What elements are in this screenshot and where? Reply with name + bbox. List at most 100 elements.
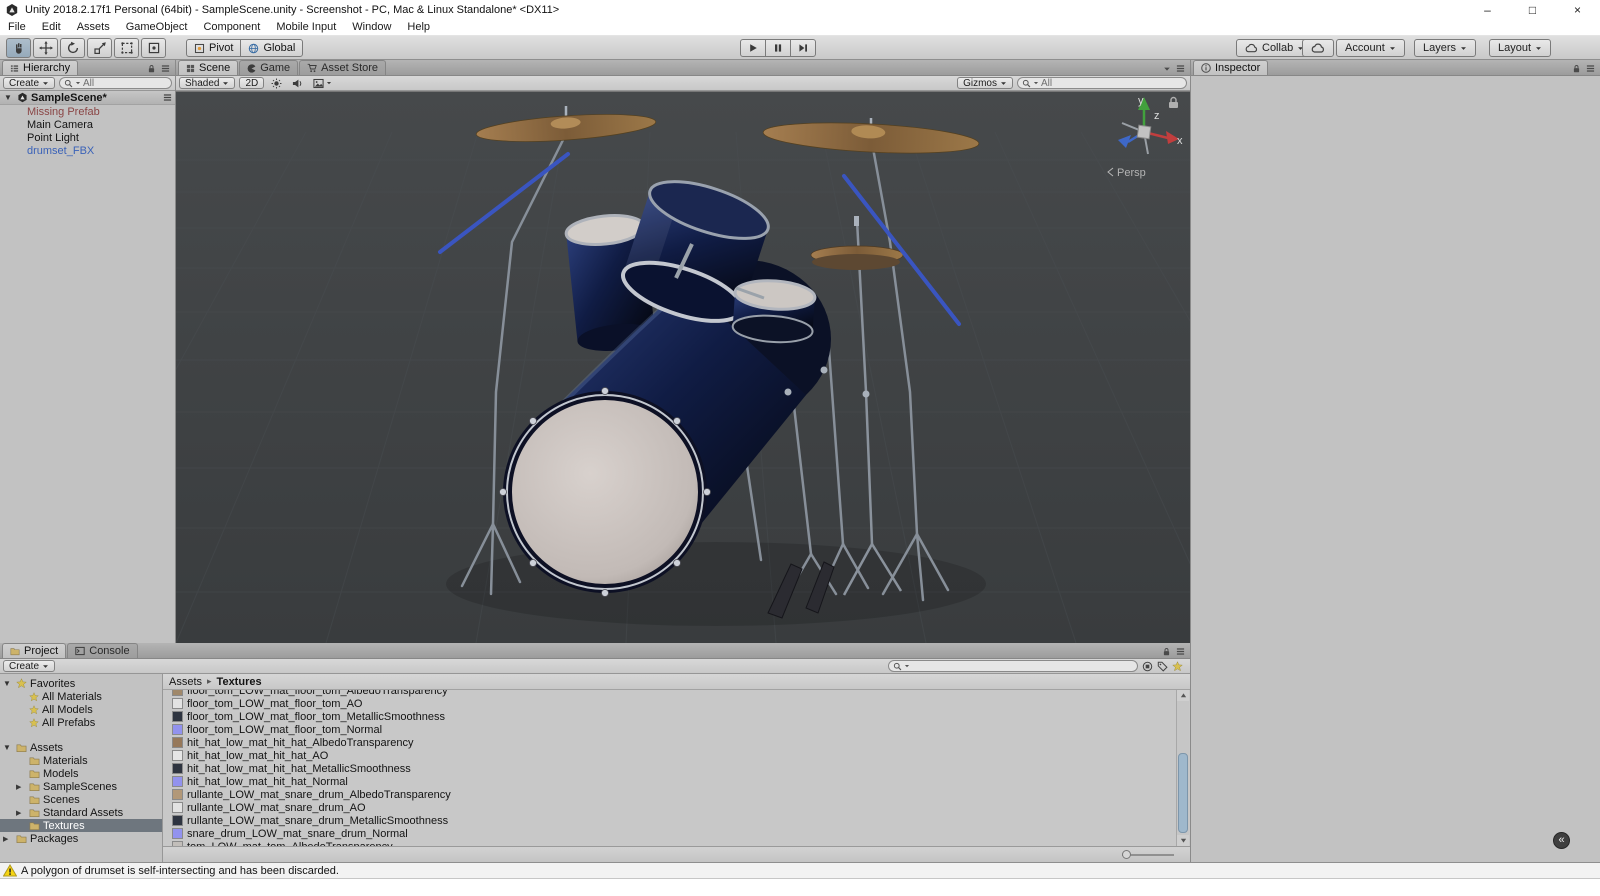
layers-dropdown[interactable]: Layers: [1414, 39, 1477, 57]
project-folder[interactable]: Scenes: [0, 793, 162, 806]
close-button[interactable]: ×: [1555, 0, 1600, 19]
transform-tool-button[interactable]: [141, 38, 166, 58]
layout-dropdown[interactable]: Layout: [1489, 39, 1552, 57]
search-by-label-button[interactable]: [1157, 661, 1168, 672]
tab-list-caret-icon[interactable]: [1163, 65, 1171, 73]
menu-item[interactable]: Window: [344, 21, 399, 33]
menu-item[interactable]: Edit: [34, 21, 69, 33]
thumbnail-size-slider[interactable]: [1122, 850, 1174, 860]
file-row[interactable]: rullante_LOW_mat_snare_drum_MetallicSmoo…: [163, 814, 1190, 827]
scene-audio-toggle[interactable]: [289, 77, 306, 89]
tab-scene[interactable]: Scene: [178, 60, 239, 75]
global-toggle-button[interactable]: Global: [240, 39, 304, 57]
scene-context-menu-icon[interactable]: [163, 93, 172, 102]
shading-mode-dropdown[interactable]: Shaded: [179, 77, 236, 89]
project-tab-icon: [10, 647, 20, 656]
file-row[interactable]: floor_tom_LOW_mat_floor_tom_AlbedoTransp…: [163, 690, 1190, 697]
project-search-input[interactable]: [888, 660, 1138, 672]
panel-menu-icon[interactable]: [1176, 647, 1185, 656]
tab-console[interactable]: Console: [67, 643, 138, 658]
assets-root[interactable]: ▼ Assets: [0, 741, 162, 754]
breadcrumb-assets[interactable]: Assets: [169, 676, 202, 688]
scale-tool-button[interactable]: [87, 38, 112, 58]
hierarchy-item[interactable]: drumset_FBX: [0, 144, 175, 157]
collab-toolbar-collapse-button[interactable]: «: [1553, 832, 1570, 849]
panel-menu-icon[interactable]: [161, 64, 170, 73]
menu-item[interactable]: GameObject: [118, 21, 196, 33]
play-button[interactable]: [740, 39, 766, 57]
scene-search-input[interactable]: All: [1017, 77, 1187, 89]
file-row[interactable]: rullante_LOW_mat_snare_drum_AlbedoTransp…: [163, 788, 1190, 801]
file-row[interactable]: floor_tom_LOW_mat_floor_tom_Normal: [163, 723, 1190, 736]
menu-item[interactable]: Assets: [69, 21, 118, 33]
step-button[interactable]: [790, 39, 816, 57]
account-dropdown[interactable]: Account: [1336, 39, 1405, 57]
project-folder[interactable]: Models: [0, 767, 162, 780]
favorites-filter-button[interactable]: [1172, 661, 1183, 672]
file-row[interactable]: floor_tom_LOW_mat_floor_tom_MetallicSmoo…: [163, 710, 1190, 723]
gizmos-dropdown[interactable]: Gizmos: [957, 77, 1013, 89]
hierarchy-scene-row[interactable]: ▼ SampleScene*: [0, 91, 175, 105]
scroll-up-button[interactable]: [1177, 690, 1189, 701]
menu-item[interactable]: Help: [399, 21, 438, 33]
hierarchy-item[interactable]: Point Light: [0, 131, 175, 144]
favorites-root[interactable]: ▼ Favorites: [0, 677, 162, 690]
file-row[interactable]: rullante_LOW_mat_snare_drum_AO: [163, 801, 1190, 814]
tab-asset-store[interactable]: Asset Store: [299, 60, 387, 75]
file-row[interactable]: hit_hat_low_mat_hit_hat_AlbedoTransparen…: [163, 736, 1190, 749]
maximize-button[interactable]: □: [1510, 0, 1555, 19]
gizmo-center-cube[interactable]: [1136, 124, 1152, 140]
hierarchy-item[interactable]: Main Camera: [0, 118, 175, 131]
favorites-item[interactable]: All Materials: [0, 690, 162, 703]
lock-icon[interactable]: [1572, 64, 1581, 73]
file-row[interactable]: snare_drum_LOW_mat_snare_drum_Normal: [163, 827, 1190, 840]
project-folder[interactable]: Materials: [0, 754, 162, 767]
lock-icon[interactable]: [147, 64, 156, 73]
rect-tool-button[interactable]: [114, 38, 139, 58]
2d-toggle-button[interactable]: 2D: [239, 77, 265, 89]
status-bar[interactable]: A polygon of drumset is self-intersectin…: [0, 862, 1600, 879]
tab-hierarchy[interactable]: Hierarchy: [2, 60, 79, 75]
search-by-type-button[interactable]: [1142, 661, 1153, 672]
search-icon: [64, 79, 73, 88]
tab-project[interactable]: Project: [2, 643, 67, 658]
project-folder[interactable]: ▶ Standard Assets: [0, 806, 162, 819]
rotate-tool-button[interactable]: [60, 38, 85, 58]
favorites-item[interactable]: All Prefabs: [0, 716, 162, 729]
lock-icon[interactable]: [1162, 647, 1171, 656]
cloud-services-button[interactable]: [1302, 39, 1334, 57]
project-folder[interactable]: Textures: [0, 819, 162, 832]
file-row[interactable]: hit_hat_low_mat_hit_hat_AO: [163, 749, 1190, 762]
pivot-toggle-button[interactable]: Pivot: [186, 39, 242, 57]
project-create-button[interactable]: Create: [3, 660, 56, 672]
project-folder[interactable]: ▶ SampleScenes: [0, 780, 162, 793]
hierarchy-tabstrip: Hierarchy: [0, 60, 175, 76]
hierarchy-search-input[interactable]: All: [59, 77, 172, 89]
scrollbar-thumb[interactable]: [1178, 753, 1188, 833]
scroll-down-button[interactable]: [1177, 835, 1189, 846]
packages-root[interactable]: ▶ Packages: [0, 832, 162, 845]
favorites-item[interactable]: All Models: [0, 703, 162, 716]
menu-item[interactable]: Mobile Input: [268, 21, 344, 33]
pause-button[interactable]: [765, 39, 791, 57]
hierarchy-create-button[interactable]: Create: [3, 77, 56, 89]
minimize-button[interactable]: –: [1465, 0, 1510, 19]
menu-item[interactable]: File: [0, 21, 34, 33]
scene-lighting-toggle[interactable]: [268, 77, 285, 89]
hierarchy-item[interactable]: Missing Prefab: [0, 105, 175, 118]
breadcrumb-textures[interactable]: Textures: [217, 676, 262, 688]
panel-menu-icon[interactable]: [1586, 64, 1595, 73]
file-row[interactable]: floor_tom_LOW_mat_floor_tom_AO: [163, 697, 1190, 710]
file-row[interactable]: hit_hat_low_mat_hit_hat_MetallicSmoothne…: [163, 762, 1190, 775]
file-row[interactable]: hit_hat_low_mat_hit_hat_Normal: [163, 775, 1190, 788]
tab-game[interactable]: Game: [239, 60, 299, 75]
tab-inspector[interactable]: Inspector: [1193, 60, 1269, 75]
move-tool-button[interactable]: [33, 38, 58, 58]
scene-effects-dropdown[interactable]: [310, 77, 335, 89]
panel-menu-icon[interactable]: [1176, 64, 1185, 73]
file-list-scrollbar[interactable]: [1176, 690, 1189, 846]
slider-knob[interactable]: [1122, 850, 1131, 859]
hand-tool-button[interactable]: [6, 38, 31, 58]
menu-item[interactable]: Component: [195, 21, 268, 33]
scene-viewport[interactable]: y z x Persp: [176, 91, 1190, 643]
